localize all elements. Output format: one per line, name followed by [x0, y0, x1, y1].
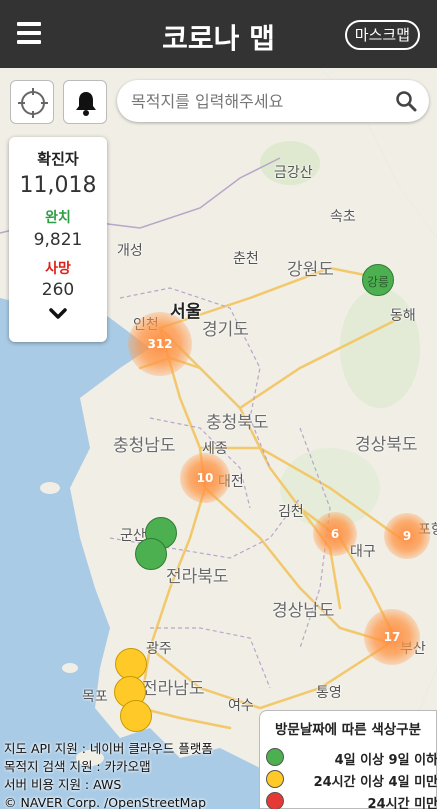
confirmed-label: 확진자	[37, 150, 79, 168]
map-label-gangwon: 강원도	[287, 260, 334, 280]
map-label-donghae: 동해	[390, 308, 416, 324]
map-label-mokpo: 목포	[82, 689, 108, 705]
notification-button[interactable]	[63, 80, 107, 124]
visit-marker-iksan[interactable]	[135, 538, 167, 570]
current-location-button[interactable]	[10, 80, 54, 124]
map-label-chuncheon: 춘천	[233, 251, 259, 267]
cluster-pohang[interactable]: 9	[384, 513, 430, 559]
red-dot-icon	[266, 792, 284, 809]
credit-map-api: 지도 API 지원 : 네이버 클라우드 플랫폼	[4, 741, 213, 756]
map-label-gumgangsan: 금강산	[274, 165, 313, 181]
yellow-dot-icon	[266, 770, 284, 788]
marker-label-gangneung: 강릉	[366, 275, 390, 289]
stats-panel: 확진자 11,018 완치 9,821 사망 260	[9, 137, 107, 342]
cluster-seoul[interactable]: 312	[128, 312, 192, 376]
legend-item: 24시간 미만	[266, 790, 437, 809]
deaths-label: 사망	[45, 261, 71, 277]
map-label-gaeseong: 개성	[117, 243, 143, 259]
search-input[interactable]	[131, 88, 381, 114]
credit-copyright[interactable]: © NAVER Corp. /OpenStreetMap	[4, 794, 213, 809]
map-label-tongyeong: 통영	[316, 685, 342, 701]
color-legend: 방문날짜에 따른 색상구분 4일 이상 9일 이하 24시간 이상 4일 미만 …	[259, 710, 437, 809]
map-label-jeonbuk: 전라북도	[166, 567, 229, 587]
map-label-jeonnam: 전라남도	[142, 679, 205, 699]
map-label-chungnam: 충청남도	[113, 436, 176, 456]
mask-map-button[interactable]: 마스크맵	[344, 20, 420, 50]
recovered-label: 완치	[45, 210, 71, 226]
recovered-value: 9,821	[33, 230, 83, 250]
legend-item: 4일 이상 9일 이하	[266, 746, 437, 768]
legend-label: 4일 이상 9일 이하	[334, 753, 437, 768]
map-label-gyeonggi: 경기도	[202, 320, 249, 340]
top-bar: 코로나 맵 마스크맵	[0, 0, 437, 68]
legend-item: 24시간 이상 4일 미만	[266, 768, 437, 790]
search-bar	[117, 80, 429, 122]
green-dot-icon	[266, 748, 284, 766]
visit-marker-gangneung[interactable]: 강릉	[362, 264, 394, 296]
map-label-yeosu: 여수	[228, 698, 254, 714]
map-label-sokcho: 속초	[330, 209, 356, 225]
map-label-gwangju: 광주	[146, 641, 172, 657]
visit-marker-mokpo-3[interactable]	[120, 700, 152, 732]
search-icon[interactable]	[395, 90, 417, 112]
legend-label: 24시간 이상 4일 미만	[313, 775, 437, 790]
map-label-chungbuk: 충청북도	[206, 413, 269, 433]
legend-label: 24시간 미만	[367, 797, 437, 809]
map-label-gyeongnam: 경상남도	[272, 601, 335, 621]
map-label-gyeongbuk: 경상북도	[355, 435, 418, 455]
credit-server: 서버 비용 지원 : AWS	[4, 777, 122, 792]
crosshair-icon	[18, 88, 48, 118]
bell-icon	[76, 92, 96, 116]
cluster-daejeon[interactable]: 10	[180, 453, 230, 503]
cluster-daegu[interactable]: 6	[313, 512, 357, 556]
map-credits: 지도 API 지원 : 네이버 클라우드 플랫폼 목적지 검색 지원 : 카카오…	[4, 740, 213, 809]
legend-title: 방문날짜에 따른 색상구분	[274, 722, 422, 738]
credit-search: 목적지 검색 지원 : 카카오맵	[4, 759, 151, 774]
confirmed-value: 11,018	[19, 173, 97, 198]
deaths-value: 260	[41, 280, 75, 300]
map-label-gimcheon: 김천	[278, 504, 304, 520]
chevron-down-icon[interactable]	[49, 308, 67, 320]
cluster-busan[interactable]: 17	[364, 609, 420, 665]
